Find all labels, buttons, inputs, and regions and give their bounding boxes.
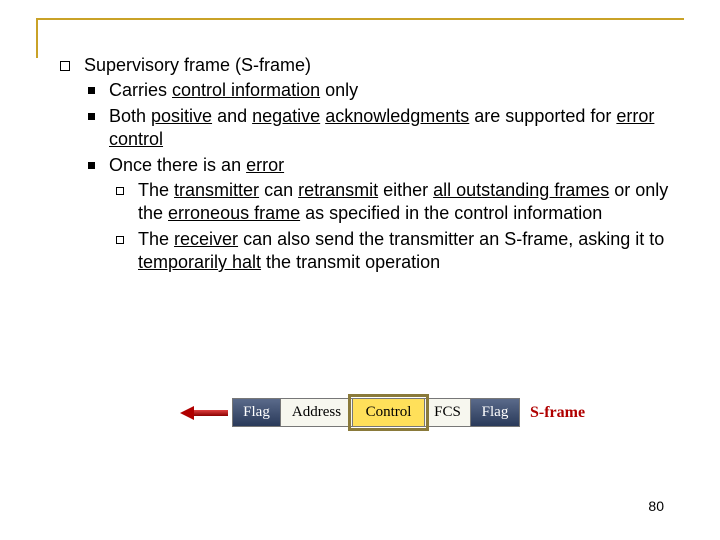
bullet-icon bbox=[88, 162, 95, 169]
text-underlined: error bbox=[246, 155, 284, 175]
bullet-icon bbox=[60, 61, 70, 71]
text-underlined: temporarily halt bbox=[138, 252, 261, 272]
text: The bbox=[138, 229, 174, 249]
text-underlined: control information bbox=[172, 80, 320, 100]
bullet-icon bbox=[88, 87, 95, 94]
cell-control: Control bbox=[353, 399, 425, 426]
bullet-2: Both positive and negative acknowledgmen… bbox=[109, 105, 670, 152]
text: as specified in the control information bbox=[300, 203, 602, 223]
text: and bbox=[212, 106, 252, 126]
bullet-icon bbox=[116, 236, 124, 244]
cell-address: Address bbox=[281, 399, 353, 426]
frame-structure: Flag Address Control FCS Flag bbox=[232, 398, 520, 427]
arrow-left-icon bbox=[180, 406, 228, 420]
decorative-rule-top bbox=[36, 18, 684, 20]
text-underlined: erroneous frame bbox=[168, 203, 300, 223]
bullet-1: Carries control information only bbox=[109, 79, 670, 102]
text: Once there is an bbox=[109, 155, 246, 175]
text-underlined: negative bbox=[252, 106, 320, 126]
bullet-3b: The receiver can also send the transmitt… bbox=[138, 228, 670, 275]
heading-text: Supervisory frame (S-frame) bbox=[84, 54, 670, 77]
cell-fcs: FCS bbox=[425, 399, 471, 426]
text: can also send the transmitter an S-frame… bbox=[238, 229, 664, 249]
cell-flag: Flag bbox=[471, 399, 519, 426]
text: Carries bbox=[109, 80, 172, 100]
text-underlined: transmitter bbox=[174, 180, 259, 200]
text: the transmit operation bbox=[261, 252, 440, 272]
cell-control-label: Control bbox=[366, 404, 412, 420]
text: only bbox=[320, 80, 358, 100]
bullet-3: Once there is an error bbox=[109, 154, 670, 177]
text-underlined: positive bbox=[151, 106, 212, 126]
text: either bbox=[378, 180, 433, 200]
text: are supported for bbox=[469, 106, 616, 126]
page-number: 80 bbox=[648, 498, 664, 514]
text: The bbox=[138, 180, 174, 200]
text: can bbox=[259, 180, 298, 200]
sframe-label: S-frame bbox=[530, 404, 585, 422]
text-underlined: receiver bbox=[174, 229, 238, 249]
cell-flag: Flag bbox=[233, 399, 281, 426]
bullet-3a: The transmitter can retransmit either al… bbox=[138, 179, 670, 226]
decorative-rule-left bbox=[36, 18, 38, 58]
text-underlined: all outstanding frames bbox=[433, 180, 609, 200]
frame-diagram: Flag Address Control FCS Flag S-frame bbox=[180, 398, 585, 427]
slide-content: Supervisory frame (S-frame) Carries cont… bbox=[60, 54, 670, 277]
bullet-icon bbox=[116, 187, 124, 195]
text-underlined: acknowledgments bbox=[325, 106, 469, 126]
bullet-icon bbox=[88, 113, 95, 120]
text: Both bbox=[109, 106, 151, 126]
text-underlined: retransmit bbox=[298, 180, 378, 200]
